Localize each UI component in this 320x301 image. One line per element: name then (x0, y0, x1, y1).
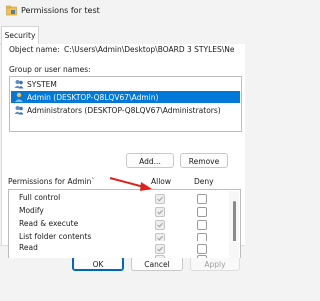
permissions-label: Permissions for Admin` (8, 177, 96, 186)
title-bar: Permissions for test (0, 0, 245, 22)
deny-checkbox[interactable] (197, 220, 207, 230)
allow-checkbox[interactable] (155, 220, 165, 230)
users-icon (14, 80, 24, 89)
group-names-label: Group or user names: (9, 65, 91, 74)
permissions-scrollbar-lower[interactable] (229, 242, 239, 258)
group-item-administrators[interactable]: Administrators (DESKTOP-Q8LQV67\Administ… (11, 104, 240, 116)
permission-name: List folder contents (19, 232, 92, 241)
apply-button[interactable]: Apply (190, 256, 240, 271)
allow-checkbox[interactable] (155, 255, 165, 258)
add-button[interactable]: Add... (126, 153, 174, 168)
check-icon (157, 246, 164, 252)
scroll-thumb[interactable] (233, 201, 236, 245)
group-item-system[interactable]: SYSTEM (11, 78, 240, 90)
window-title: Permissions for test (21, 6, 100, 15)
permission-name: Read & execute (19, 219, 79, 228)
annotation-arrow-icon (109, 177, 152, 191)
check-icon (157, 209, 164, 215)
deny-checkbox[interactable] (197, 207, 207, 217)
allow-checkbox[interactable] (155, 207, 165, 217)
permissions-list: Full control Modify Read & execute List … (8, 189, 241, 246)
permissions-list-continued: Read (8, 241, 241, 258)
cancel-button[interactable]: Cancel (131, 256, 183, 271)
group-item-label: SYSTEM (27, 79, 57, 89)
deny-column-header: Deny (194, 177, 214, 186)
permission-row-partial (9, 253, 219, 258)
group-item-admin[interactable]: Admin (DESKTOP-Q8LQV67\Admin) (11, 91, 240, 103)
permission-row-full-control: Full control (9, 191, 219, 204)
object-name-label: Object name: (9, 45, 60, 54)
check-icon (157, 196, 164, 202)
users-icon (14, 106, 24, 115)
tab-strip: Security (0, 24, 245, 45)
permissions-scrollbar[interactable] (229, 191, 239, 246)
object-name-value: C:\Users\Admin\Desktop\BOARD 3 STYLES\Ne (64, 45, 235, 54)
allow-column-header: Allow (151, 177, 172, 186)
folder-lock-icon (6, 5, 17, 16)
user-icon (15, 92, 23, 102)
deny-checkbox[interactable] (197, 255, 207, 258)
permission-row-modify: Modify (9, 204, 219, 217)
check-icon (157, 222, 164, 228)
group-item-label: Administrators (DESKTOP-Q8LQV67\Administ… (27, 105, 221, 115)
deny-checkbox[interactable] (197, 194, 207, 204)
remove-button[interactable]: Remove (180, 153, 228, 168)
permission-name: Read (19, 243, 38, 252)
group-item-label: Admin (DESKTOP-Q8LQV67\Admin) (27, 92, 159, 102)
ok-button[interactable]: OK (72, 256, 124, 271)
tab-security[interactable]: Security (1, 26, 39, 44)
group-user-list[interactable]: SYSTEM Admin (DESKTOP-Q8LQV67\Admin) Adm… (9, 76, 242, 132)
permission-name: Modify (19, 206, 44, 215)
permission-name: Full control (19, 193, 61, 202)
permission-row-read-execute: Read & execute (9, 217, 219, 230)
allow-checkbox[interactable] (155, 194, 165, 204)
